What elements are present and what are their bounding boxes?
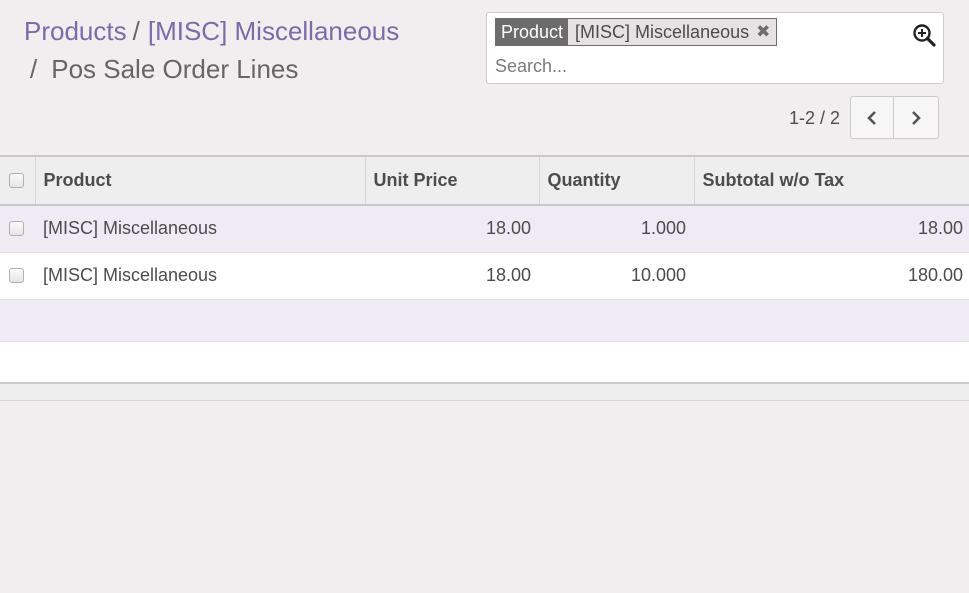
cell-quantity[interactable]: 1.000 — [539, 205, 694, 252]
cell-unit-price[interactable]: 18.00 — [365, 252, 539, 299]
table-footer — [0, 384, 969, 401]
cell-subtotal[interactable]: 180.00 — [694, 252, 969, 299]
cell-subtotal[interactable]: 18.00 — [694, 205, 969, 252]
breadcrumb: Products / [MISC] Miscellaneous / Pos Sale … — [24, 12, 464, 88]
cell-product[interactable]: [MISC] Miscellaneous — [35, 252, 365, 299]
pager-previous-button[interactable] — [850, 96, 894, 139]
table-header-row: Product Unit Price Quantity Subtotal w/o… — [0, 156, 969, 205]
column-header-quantity[interactable]: Quantity — [539, 156, 695, 205]
row-select-cell — [0, 205, 35, 252]
breadcrumb-item-products[interactable]: Products — [24, 16, 127, 46]
select-all-checkbox[interactable] — [9, 173, 24, 188]
row-checkbox[interactable] — [9, 268, 24, 283]
column-header-subtotal[interactable]: Subtotal w/o Tax — [694, 156, 969, 205]
empty-row — [0, 299, 969, 341]
facet-label: Product — [496, 19, 569, 45]
column-header-product[interactable]: Product — [35, 156, 366, 205]
close-icon[interactable]: ✖ — [756, 19, 770, 45]
empty-cell — [0, 299, 969, 341]
empty-row — [0, 341, 969, 383]
facet-value: [MISC] Miscellaneous — [575, 22, 750, 42]
table-row[interactable]: [MISC] Miscellaneous 18.00 10.000 180.00 — [0, 252, 969, 299]
chevron-left-icon — [867, 110, 876, 125]
search-box[interactable]: Product [MISC] Miscellaneous ✖ — [486, 12, 944, 84]
cell-unit-price[interactable]: 18.00 — [365, 205, 539, 252]
cell-quantity[interactable]: 10.000 — [539, 252, 694, 299]
zoom-in-icon[interactable] — [912, 23, 936, 47]
select-all-cell — [0, 156, 36, 205]
row-checkbox[interactable] — [9, 221, 24, 237]
breadcrumb-separator: / — [30, 54, 38, 84]
column-header-unit-price[interactable]: Unit Price — [365, 156, 540, 205]
facet-value-wrap: [MISC] Miscellaneous ✖ — [568, 19, 777, 45]
table-row[interactable]: [MISC] Miscellaneous 18.00 1.000 18.00 — [0, 205, 969, 252]
empty-cell — [0, 341, 969, 383]
cell-product[interactable]: [MISC] Miscellaneous — [35, 205, 365, 252]
breadcrumb-separator: / — [132, 16, 140, 46]
breadcrumb-item-product[interactable]: [MISC] Miscellaneous — [148, 16, 399, 46]
chevron-right-icon — [912, 110, 921, 125]
row-select-cell — [0, 252, 35, 299]
pager-value[interactable]: 1-2 / 2 — [789, 106, 840, 130]
search-facet: Product [MISC] Miscellaneous ✖ — [495, 18, 778, 46]
list-table: Product Unit Price Quantity Subtotal w/o… — [0, 155, 969, 384]
pager-next-button[interactable] — [894, 96, 939, 139]
search-input[interactable] — [495, 53, 915, 79]
page-title: Pos Sale Order Lines — [51, 54, 299, 84]
